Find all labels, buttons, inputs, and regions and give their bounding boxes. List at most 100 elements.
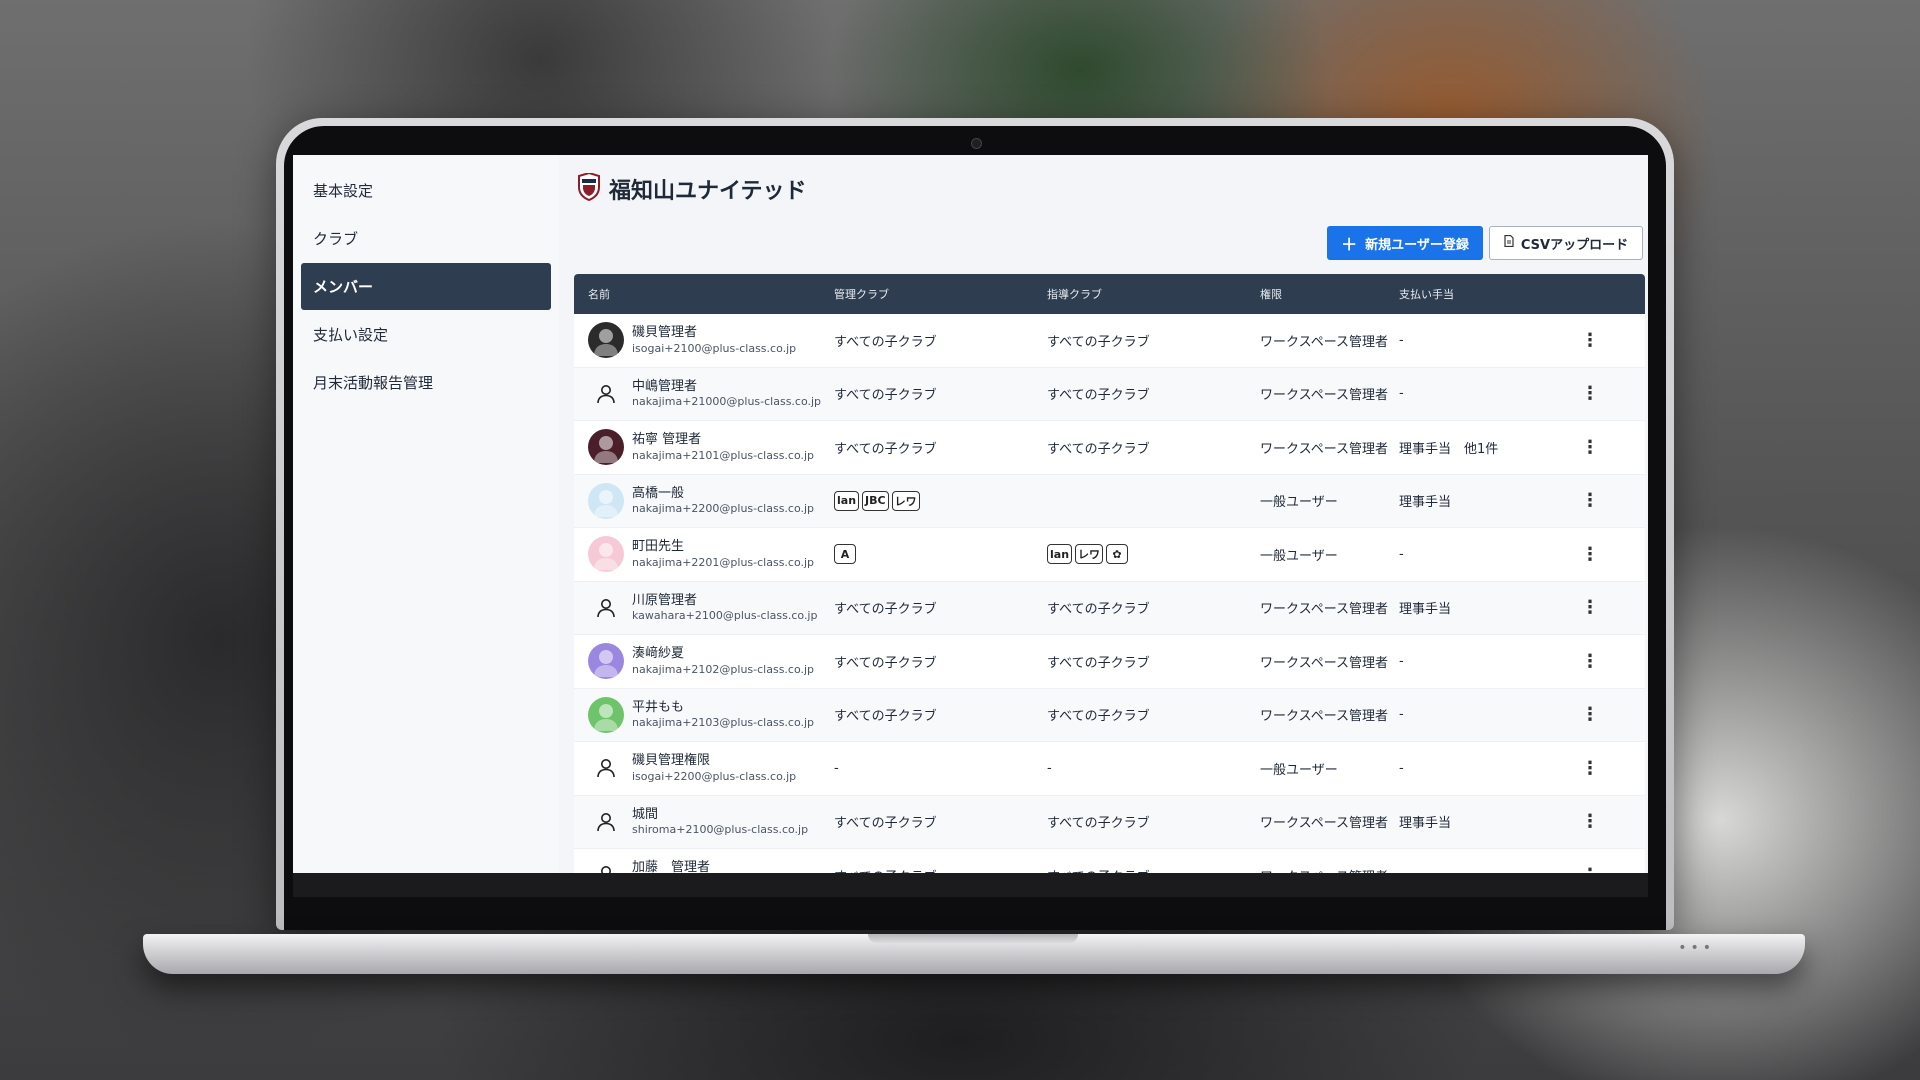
user-name[interactable]: 高橋一般 bbox=[632, 486, 814, 502]
user-name[interactable]: 磯貝管理者 bbox=[632, 325, 796, 341]
kebab-menu-icon[interactable]: ⋮ bbox=[1565, 544, 1615, 565]
allowance-cell: 理事手当 bbox=[1399, 816, 1452, 832]
user-name[interactable]: 平井もも bbox=[632, 700, 814, 716]
allowance-cell: - bbox=[1399, 332, 1404, 348]
club-logo[interactable]: lan bbox=[834, 490, 860, 511]
kebab-menu-icon[interactable]: ⋮ bbox=[1565, 437, 1615, 458]
role-cell: ワークスペース管理者 bbox=[1260, 709, 1389, 725]
table-row[interactable]: 祐寧 管理者 nakajima+2101@plus-class.co.jp すべての… bbox=[574, 421, 1645, 475]
club-logo[interactable]: レワ bbox=[891, 490, 920, 511]
add-user-button[interactable]: ＋ 新規ユーザー登録 bbox=[1327, 226, 1483, 260]
sidebar-item-label: メンバー bbox=[313, 278, 374, 296]
user-name-block: 城間 shiroma+2100@plus-class.co.jp bbox=[632, 807, 808, 837]
name-cell: 川原管理者 kawahara+2100@plus-class.co.jp bbox=[574, 590, 834, 626]
coached-club-cell: - bbox=[1047, 760, 1052, 776]
managed-club-cell: lan JBC レワ bbox=[834, 490, 1047, 511]
coached-club-cell: すべての子クラブ bbox=[1047, 602, 1150, 618]
table-row[interactable]: 町田先生 nakajima+2201@plus-class.co.jp Alan レワ… bbox=[574, 528, 1645, 582]
kebab-menu-icon[interactable]: ⋮ bbox=[1565, 704, 1615, 725]
page-title: 福知山ユナイテッド bbox=[609, 179, 807, 204]
user-email: nakajima+2200@plus-class.co.jp bbox=[632, 502, 815, 515]
table-row[interactable]: 湊﨑紗夏 nakajima+2102@plus-class.co.jp すべての子ク… bbox=[574, 635, 1645, 689]
header-club[interactable]: 管理クラブ bbox=[834, 286, 1047, 302]
kebab-menu-icon[interactable]: ⋮ bbox=[1565, 490, 1615, 511]
managed-club-cell: すべての子クラブ bbox=[834, 655, 937, 671]
kebab-menu-icon[interactable]: ⋮ bbox=[1565, 811, 1615, 832]
club-logo[interactable]: lan bbox=[1047, 544, 1073, 565]
table-row[interactable]: 高橋一般 nakajima+2200@plus-class.co.jp lan JBC… bbox=[574, 474, 1645, 528]
user-name[interactable]: 湊﨑紗夏 bbox=[632, 646, 814, 662]
table-row[interactable]: 平井もも nakajima+2103@plus-class.co.jp すべての子ク… bbox=[574, 688, 1645, 742]
kebab-menu-icon[interactable]: ⋮ bbox=[1565, 651, 1615, 672]
user-name[interactable]: 祐寧 管理者 bbox=[632, 432, 814, 448]
members-table: 名前 管理クラブ 指導クラブ 権限 支払い手当 磯貝管理者 isogai+2100… bbox=[574, 274, 1645, 897]
sidebar-item[interactable]: メンバー bbox=[301, 263, 551, 310]
user-icon bbox=[588, 590, 624, 626]
allowance-cell: - bbox=[1399, 546, 1404, 562]
coached-club-cell: すべての子クラブ bbox=[1047, 441, 1150, 457]
user-name[interactable]: 磯貝管理権限 bbox=[632, 753, 796, 769]
csv-upload-button[interactable]: CSVアップロード bbox=[1489, 226, 1643, 260]
user-name[interactable]: 町田先生 bbox=[632, 539, 814, 555]
name-cell: 城間 shiroma+2100@plus-class.co.jp bbox=[574, 804, 834, 840]
club-logos: lan レワ ✿ bbox=[1047, 544, 1260, 565]
screen-bottom-edge bbox=[293, 873, 1648, 897]
plus-icon: ＋ bbox=[1341, 235, 1358, 254]
kebab-menu-icon[interactable]: ⋮ bbox=[1565, 383, 1615, 404]
kebab-menu-icon[interactable]: ⋮ bbox=[1565, 330, 1615, 351]
coached-club-cell: すべての子クラブ bbox=[1047, 655, 1150, 671]
coached-club-cell: lan レワ ✿ bbox=[1047, 544, 1260, 565]
coached-club-cell: すべての子クラブ bbox=[1047, 334, 1150, 350]
name-cell: 町田先生 nakajima+2201@plus-class.co.jp bbox=[574, 536, 834, 573]
sidebar-item[interactable]: 支払い設定 bbox=[301, 311, 551, 358]
trackpad-notch bbox=[868, 934, 1078, 943]
table-header: 名前 管理クラブ 指導クラブ 権限 支払い手当 bbox=[574, 274, 1645, 314]
user-name[interactable]: 川原管理者 bbox=[632, 593, 817, 609]
indicator-lights: ••• bbox=[1678, 940, 1715, 956]
user-name-block: 湊﨑紗夏 nakajima+2102@plus-class.co.jp bbox=[632, 646, 814, 676]
table-row[interactable]: 中嶋管理者 nakajima+21000@plus-class.co.jp すべての… bbox=[574, 367, 1645, 421]
club-logo[interactable]: ✿ bbox=[1106, 544, 1129, 565]
allowance-cell: 理事手当 bbox=[1399, 602, 1452, 618]
role-cell: 一般ユーザー bbox=[1260, 762, 1338, 778]
sidebar-item[interactable]: 月末活動報告管理 bbox=[301, 359, 551, 406]
sidebar-item-label: クラブ bbox=[313, 230, 359, 248]
managed-club-cell: すべての子クラブ bbox=[834, 709, 937, 725]
header-pay[interactable]: 支払い手当 bbox=[1399, 286, 1565, 302]
sidebar-item[interactable]: 基本設定 bbox=[301, 167, 551, 214]
page-header: 福知山ユナイテッド bbox=[577, 171, 807, 205]
managed-club-cell: A bbox=[834, 544, 1047, 565]
header-coach[interactable]: 指導クラブ bbox=[1047, 286, 1260, 302]
table-row[interactable]: 磯貝管理権限 isogai+2200@plus-class.co.jp - - 一般ユー… bbox=[574, 742, 1645, 796]
allowance-cell: 理事手当 bbox=[1399, 495, 1452, 511]
header-name[interactable]: 名前 bbox=[574, 286, 834, 302]
user-name[interactable]: 中嶋管理者 bbox=[632, 379, 821, 395]
kebab-menu-icon[interactable]: ⋮ bbox=[1565, 758, 1615, 779]
name-cell: 高橋一般 nakajima+2200@plus-class.co.jp bbox=[574, 482, 834, 519]
role-cell: 一般ユーザー bbox=[1260, 495, 1338, 511]
role-cell: 一般ユーザー bbox=[1260, 548, 1338, 564]
club-logo[interactable]: A bbox=[834, 544, 856, 565]
allowance-cell: - bbox=[1399, 760, 1404, 776]
user-name-block: 磯貝管理権限 isogai+2200@plus-class.co.jp bbox=[632, 753, 796, 783]
club-logos: A bbox=[834, 544, 1047, 565]
name-cell: 湊﨑紗夏 nakajima+2102@plus-class.co.jp bbox=[574, 643, 834, 680]
table-row[interactable]: 川原管理者 kawahara+2100@plus-class.co.jp すべての子… bbox=[574, 581, 1645, 635]
sidebar-item-label: 支払い設定 bbox=[313, 326, 389, 344]
user-email: nakajima+2201@plus-class.co.jp bbox=[632, 555, 815, 569]
club-logo[interactable]: JBC bbox=[862, 490, 889, 511]
club-logo[interactable]: レワ bbox=[1075, 544, 1104, 565]
table-row[interactable]: 城間 shiroma+2100@plus-class.co.jp すべての子クラブ す… bbox=[574, 795, 1645, 849]
role-cell: ワークスペース管理者 bbox=[1260, 334, 1389, 350]
header-role[interactable]: 権限 bbox=[1260, 286, 1399, 302]
managed-club-cell: すべての子クラブ bbox=[834, 441, 937, 457]
kebab-menu-icon[interactable]: ⋮ bbox=[1565, 597, 1615, 618]
csv-upload-label: CSVアップロード bbox=[1520, 237, 1629, 253]
allowance-cell: - bbox=[1399, 653, 1404, 669]
user-email: isogai+2100@plus-class.co.jp bbox=[632, 341, 797, 355]
sidebar-item[interactable]: クラブ bbox=[301, 215, 551, 262]
table-row[interactable]: 磯貝管理者 isogai+2100@plus-class.co.jp すべての子クラ… bbox=[574, 314, 1645, 368]
role-cell: ワークスペース管理者 bbox=[1260, 602, 1389, 618]
managed-club-cell: すべての子クラブ bbox=[834, 602, 937, 618]
user-name[interactable]: 城間 bbox=[632, 807, 808, 823]
